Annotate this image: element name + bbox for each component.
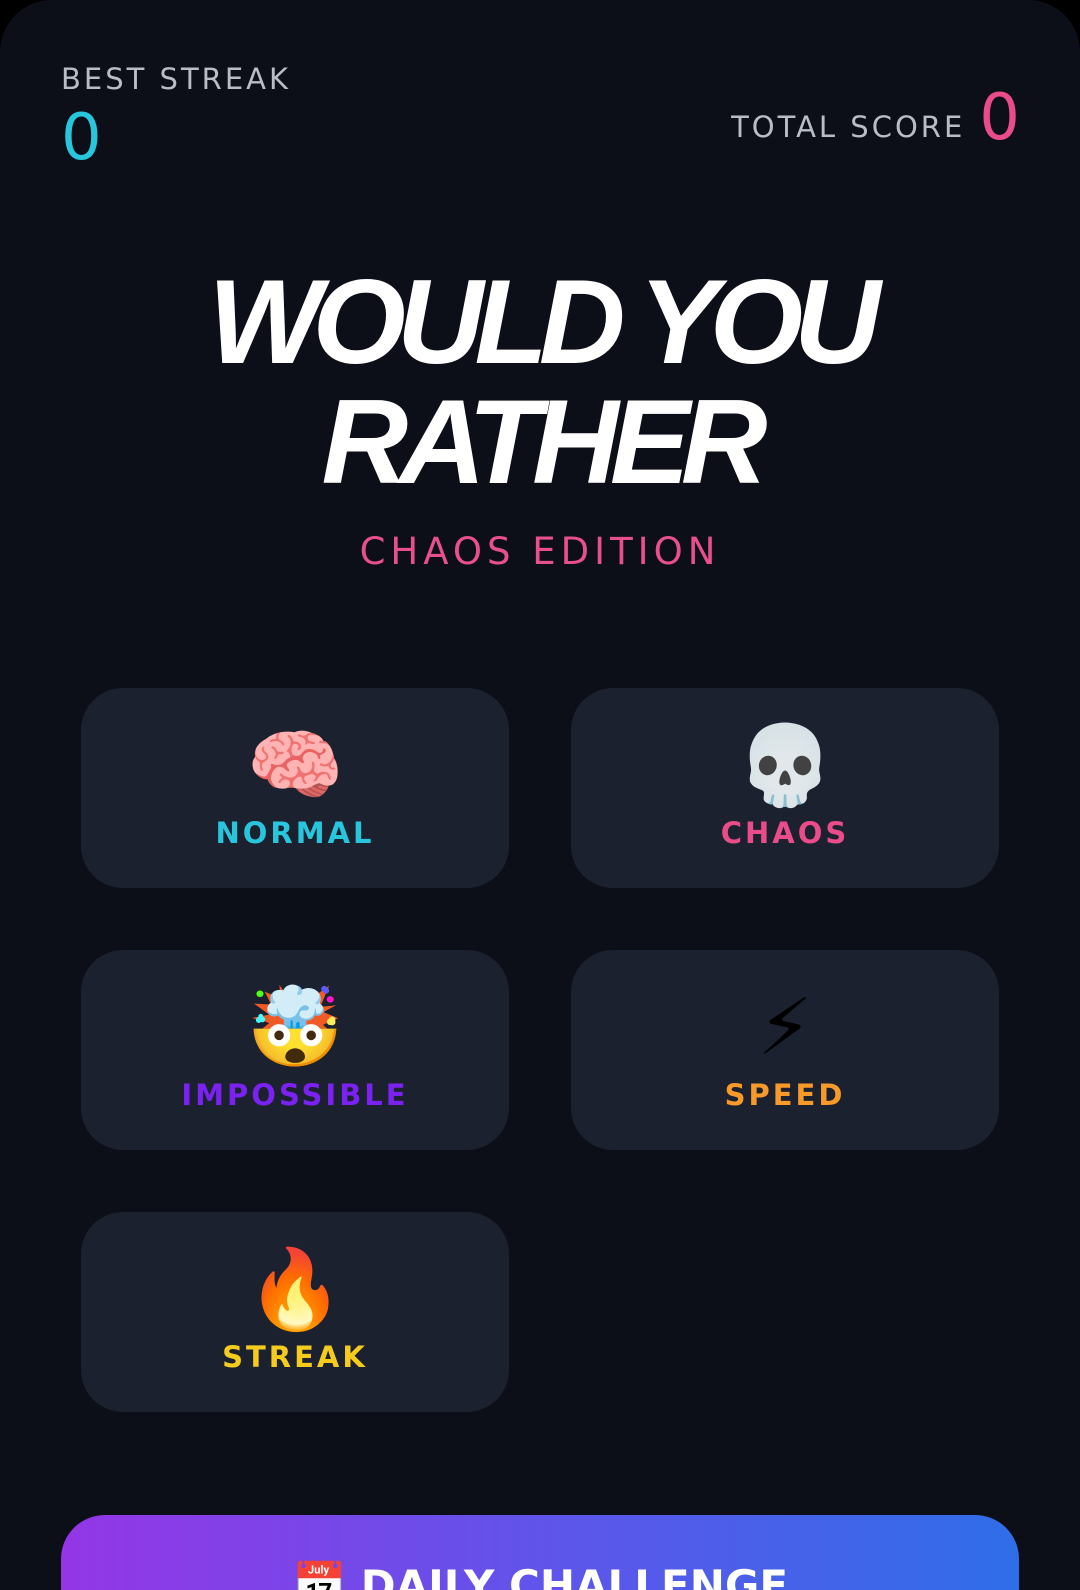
mode-label-impossible: IMPOSSIBLE [181,1078,409,1112]
mode-button-impossible[interactable]: 🤯 IMPOSSIBLE [81,950,509,1150]
exploding-head-icon: 🤯 [246,983,344,1071]
best-streak-value: 0 [61,101,102,175]
mode-label-normal: NORMAL [215,816,375,850]
mode-button-chaos[interactable]: 💀 CHAOS [571,688,999,888]
mode-label-chaos: CHAOS [720,816,850,850]
calendar-icon: 📅 [291,1560,347,1590]
brain-icon: 🧠 [246,721,344,809]
game-title: WOULD YOU RATHER [0,262,1080,502]
fire-icon: 🔥 [246,1245,344,1333]
mode-button-streak[interactable]: 🔥 STREAK [81,1212,509,1412]
total-score-label: TOTAL SCORE [731,110,966,144]
mode-button-speed[interactable]: ⚡ SPEED [571,950,999,1150]
mode-button-normal[interactable]: 🧠 NORMAL [81,688,509,888]
daily-challenge-label: DAILY CHALLENGE [360,1561,789,1590]
total-score-stat: TOTAL SCORE 0 [731,86,1020,150]
daily-challenge-button[interactable]: 📅 DAILY CHALLENGE [61,1515,1019,1590]
total-score-value: 0 [979,81,1020,155]
mode-label-speed: SPEED [724,1078,846,1112]
title-line-2: RATHER [321,375,767,509]
app-screen: BEST STREAK 0 TOTAL SCORE 0 WOULD YOU RA… [0,0,1080,1590]
mode-label-streak: STREAK [222,1340,368,1374]
best-streak-stat: BEST STREAK 0 [61,62,291,170]
edition-subtitle: CHAOS EDITION [359,530,721,573]
title-line-1: WOULD YOU [208,255,880,389]
daily-challenge-content: 📅 DAILY CHALLENGE [61,1561,1019,1590]
lightning-icon: ⚡ [757,983,813,1071]
best-streak-label: BEST STREAK [61,62,292,96]
skull-icon: 💀 [736,721,834,809]
